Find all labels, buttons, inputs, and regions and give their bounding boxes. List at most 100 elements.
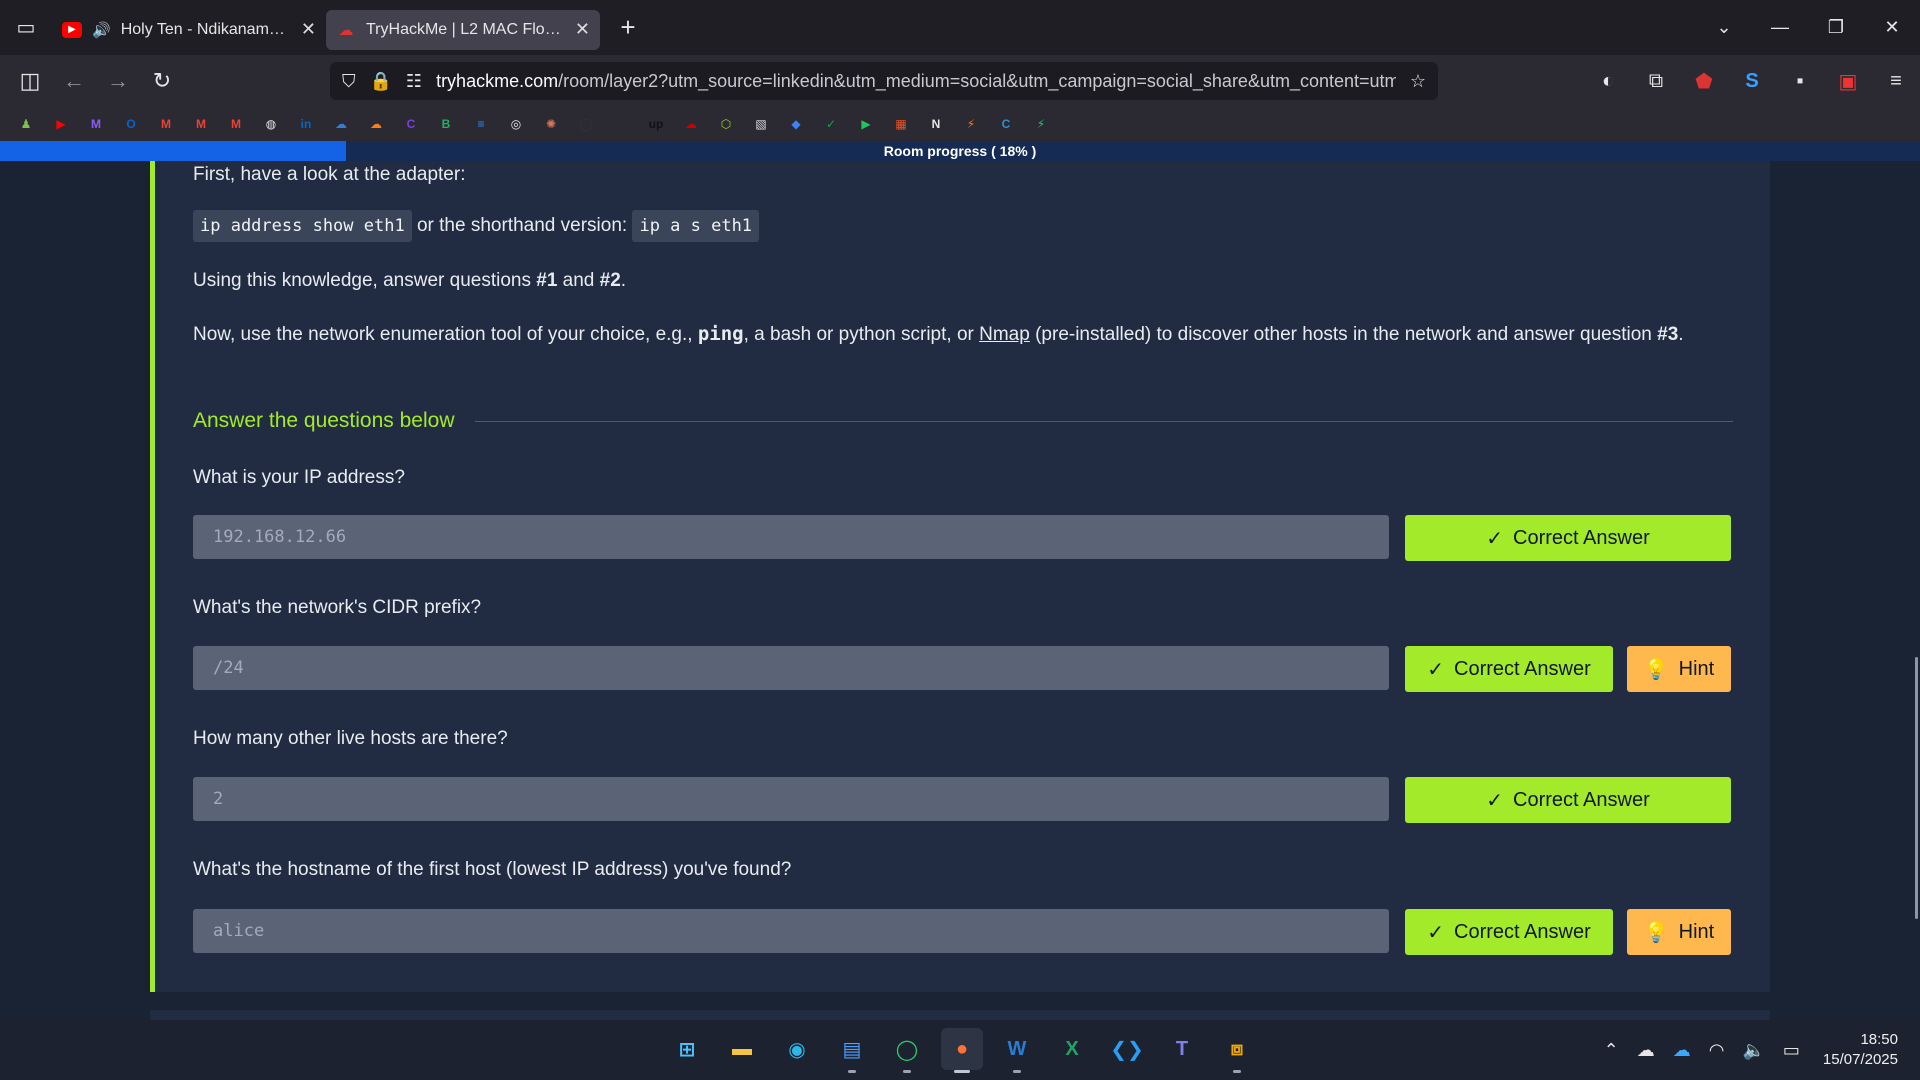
whatsapp-icon[interactable]: ◯ <box>886 1028 928 1073</box>
hint-button-2[interactable]: 💡 Hint <box>1627 646 1731 692</box>
volume-icon[interactable]: 🔈 <box>1742 1040 1764 1061</box>
diamond-icon[interactable]: ◆ <box>784 112 808 136</box>
microsoft-icon[interactable]: ▦ <box>889 112 913 136</box>
globe-icon[interactable]: ◍ <box>259 112 283 136</box>
remote-desktop-icon[interactable]: ⧈ <box>1216 1028 1258 1073</box>
cloud-icon[interactable]: ☁ <box>1673 1040 1691 1061</box>
c-icon[interactable]: C <box>399 112 423 136</box>
windows-start-icon[interactable]: ⊞ <box>666 1028 708 1070</box>
chevron-down-icon[interactable]: ⌄ <box>1696 17 1752 38</box>
gmail-icon[interactable]: M <box>224 112 248 136</box>
room-progress-label: Room progress ( 18% ) <box>883 143 1037 159</box>
forward-icon[interactable]: → <box>96 68 140 94</box>
lightbulb-icon: 💡 <box>1643 658 1669 681</box>
question-2: What's the network's CIDR prefix? <box>193 597 482 618</box>
close-window-icon[interactable]: ✕ <box>1864 17 1920 38</box>
vscode-icon[interactable]: ❮❯ <box>1106 1028 1148 1070</box>
rook-icon[interactable]: ♟ <box>14 112 38 136</box>
notepad-icon[interactable]: ▤ <box>831 1028 873 1073</box>
claude-icon[interactable]: ✺ <box>539 112 563 136</box>
speaker-icon[interactable]: 🔊 <box>92 21 111 39</box>
excel-icon[interactable]: X <box>1051 1028 1093 1070</box>
cloudflare-icon[interactable]: ☁ <box>364 112 388 136</box>
correct-answer-button-2[interactable]: ✓ Correct Answer <box>1405 646 1613 692</box>
check-icon[interactable]: ✓ <box>819 112 843 136</box>
close-icon[interactable]: ✕ <box>301 19 316 40</box>
apple-icon[interactable] <box>609 112 633 136</box>
paragraph-enumeration: Now, use the network enumeration tool of… <box>193 323 1684 345</box>
edge-icon[interactable]: ◉ <box>776 1028 818 1070</box>
url-text[interactable]: tryhackme.com/room/layer2?utm_source=lin… <box>436 71 1396 92</box>
restore-icon[interactable]: ❐ <box>1808 17 1864 38</box>
word-icon[interactable]: W <box>996 1028 1038 1073</box>
answer-field-3[interactable]: 2 <box>193 777 1389 821</box>
reload-icon[interactable]: ↻ <box>140 68 184 94</box>
url-bar[interactable]: ⛉ 🔒 ☷ tryhackme.com/room/layer2?utm_sour… <box>330 62 1438 100</box>
close-icon[interactable]: ✕ <box>575 19 590 40</box>
tab-tryhackme[interactable]: ☁ TryHackMe | L2 MAC Flooding & ✕ <box>326 9 600 50</box>
tab-bar: ▭ ▶ 🔊 Holy Ten - Ndikanamata (ft. ✕ ☁ Tr… <box>0 0 1920 55</box>
permissions-icon[interactable]: ☷ <box>406 71 422 92</box>
extension-icon[interactable]: ▪ <box>1776 70 1824 93</box>
back-icon[interactable]: ← <box>52 68 96 94</box>
firefox-icon[interactable]: ● <box>941 1028 983 1073</box>
outlook-icon[interactable]: O <box>119 112 143 136</box>
clock[interactable]: 18:50 15/07/2025 <box>1823 1030 1898 1070</box>
image-icon[interactable]: ▧ <box>749 112 773 136</box>
answer-field-4[interactable]: alice <box>193 909 1389 953</box>
extension-icon[interactable]: ▣ <box>1824 69 1872 94</box>
c-circle-icon[interactable]: C <box>994 112 1018 136</box>
gmail-icon[interactable]: M <box>189 112 213 136</box>
taskbar: ⊞ ▬ ◉ ▤ ◯ ● W X ❮❯ T ⧈ ⌃ ☁ ☁ ◠ 🔈 ▭ 18:50… <box>0 1020 1920 1080</box>
onedrive-icon[interactable]: ☁ <box>1637 1040 1655 1061</box>
s-extension-icon[interactable]: S <box>1728 70 1776 93</box>
box-icon[interactable]: ⬡ <box>714 112 738 136</box>
openai-icon[interactable]: ◎ <box>504 112 528 136</box>
proton-mail-icon[interactable]: M <box>84 112 108 136</box>
tab-youtube[interactable]: ▶ 🔊 Holy Ten - Ndikanamata (ft. ✕ <box>52 10 326 50</box>
paragraph-knowledge: Using this knowledge, answer questions #… <box>193 270 627 291</box>
redhat-icon[interactable]: ☁ <box>679 112 703 136</box>
lock-icon[interactable]: 🔒 <box>370 71 392 92</box>
b-icon[interactable]: B <box>434 112 458 136</box>
correct-answer-button-1[interactable]: ✓ Correct Answer <box>1405 515 1731 561</box>
correct-answer-button-4[interactable]: ✓ Correct Answer <box>1405 909 1613 955</box>
extension-icon[interactable]: ◐ <box>1584 70 1632 93</box>
minimize-icon[interactable]: — <box>1752 17 1808 38</box>
toolbar-extensions: ◐ ⧉ ⬟ S ▪ ▣ ≡ <box>1584 55 1920 107</box>
shield-icon[interactable]: ⛉ <box>342 71 356 92</box>
clock-time: 18:50 <box>1860 1031 1898 1048</box>
linkedin-icon[interactable]: in <box>294 112 318 136</box>
nmap-link[interactable]: Nmap <box>979 324 1030 345</box>
gmail-icon[interactable]: M <box>154 112 178 136</box>
bars-icon[interactable]: ≡ <box>469 112 493 136</box>
answer-field-2[interactable]: /24 <box>193 646 1389 690</box>
cloud-icon[interactable]: ☁ <box>329 112 353 136</box>
new-tab-button[interactable]: + <box>608 12 648 43</box>
ublock-icon[interactable]: ⬟ <box>1680 69 1728 94</box>
github-icon[interactable]: ◯ <box>574 112 598 136</box>
star-icon[interactable]: ☆ <box>1410 71 1426 92</box>
answer-field-1[interactable]: 192.168.12.66 <box>193 515 1389 559</box>
scrollbar[interactable] <box>1915 657 1918 919</box>
wifi-icon[interactable]: ◠ <box>1709 1040 1725 1061</box>
tab-list-icon[interactable]: ▭ <box>0 0 52 55</box>
battery-icon[interactable]: ▭ <box>1783 1040 1800 1061</box>
hint-button-4[interactable]: 💡 Hint <box>1627 909 1731 955</box>
section-title: Answer the questions below <box>193 409 455 432</box>
sidebar-icon[interactable]: ◫ <box>8 68 52 94</box>
teams-icon[interactable]: T <box>1161 1028 1203 1070</box>
file-explorer-icon[interactable]: ▬ <box>721 1028 763 1070</box>
upwork-icon[interactable]: up <box>644 112 668 136</box>
youtube-icon[interactable]: ▶ <box>49 112 73 136</box>
menu-icon[interactable]: ≡ <box>1872 70 1920 93</box>
lightbulb-icon: 💡 <box>1643 921 1669 944</box>
zap-icon[interactable]: ⚡ <box>1029 112 1053 136</box>
chevron-up-icon[interactable]: ⌃ <box>1604 1040 1619 1061</box>
correct-answer-button-3[interactable]: ✓ Correct Answer <box>1405 777 1731 823</box>
notion-icon[interactable]: N <box>924 112 948 136</box>
play-icon[interactable]: ▶ <box>854 112 878 136</box>
bolt-icon[interactable]: ⚡ <box>959 112 983 136</box>
question-4: What's the hostname of the first host (l… <box>193 859 792 880</box>
extensions-icon[interactable]: ⧉ <box>1632 70 1680 93</box>
